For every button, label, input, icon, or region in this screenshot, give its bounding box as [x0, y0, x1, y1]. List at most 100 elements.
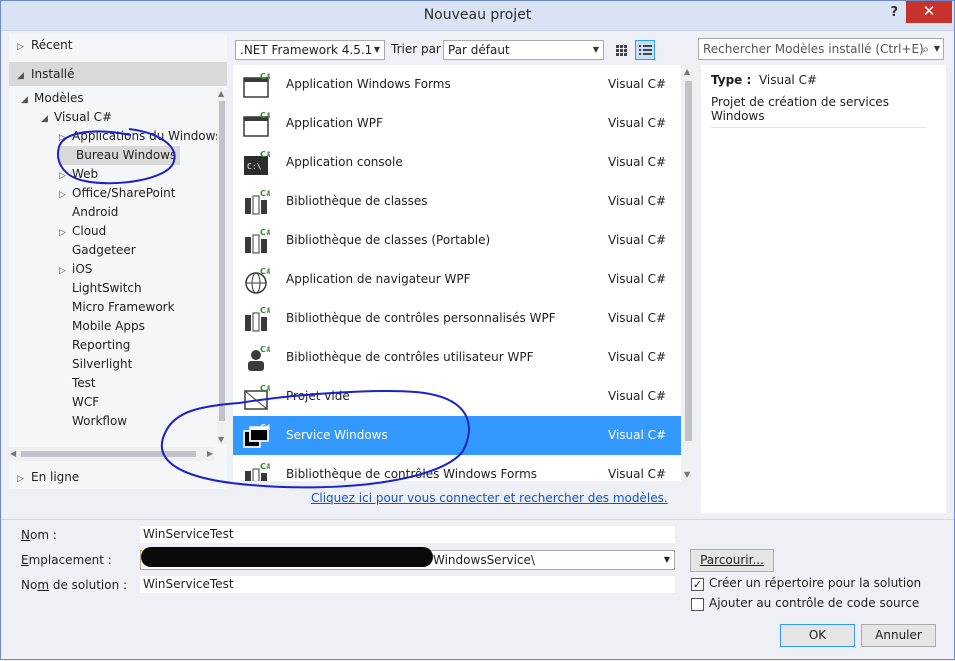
list-vertical-scrollbar[interactable]: ▲ ▼: [681, 65, 695, 481]
tree-item[interactable]: ▷ Web: [59, 165, 98, 184]
installed-label: Installé: [31, 67, 75, 81]
add-source-control-checkbox[interactable]: [691, 598, 704, 611]
new-project-dialog: Nouveau projet ? ✕ ▷ Récent ◢ Installé ◢ Mo…: [0, 0, 955, 660]
template-row[interactable]: C# Bibliothèque de contrôles personnalisé…: [233, 299, 681, 338]
template-row[interactable]: C# Application WPF Visual C#: [233, 104, 681, 143]
scroll-up-icon[interactable]: ▲: [684, 67, 690, 76]
tree-item[interactable]: Silverlight: [59, 355, 132, 374]
template-language: Visual C#: [608, 467, 667, 481]
template-row[interactable]: C# Bibliothèque de contrôles Windows Form…: [233, 455, 681, 481]
add-source-control-label[interactable]: Ajouter au contrôle de code source: [709, 596, 919, 610]
installed-node-content: ◢ Installé: [17, 64, 75, 84]
tree-item[interactable]: ▷ Cloud: [59, 222, 106, 241]
tree-item[interactable]: ◢ Modèles: [21, 89, 84, 108]
collapse-arrow-icon[interactable]: ◢: [21, 91, 34, 110]
name-label: Nom :: [21, 528, 57, 542]
scroll-thumb[interactable]: [685, 81, 692, 441]
scroll-thumb[interactable]: [219, 101, 225, 421]
tree-item[interactable]: Mobile Apps: [59, 317, 145, 336]
template-language: Visual C#: [608, 389, 667, 403]
tree-item-label: Gadgeteer: [72, 243, 136, 257]
redaction-mark: [141, 547, 433, 567]
tree-item[interactable]: Bureau Windows: [59, 146, 181, 165]
tree-item[interactable]: ▷ Applications du Windows: [59, 127, 219, 146]
template-row[interactable]: C# Application de navigateur WPF Visual C#: [233, 260, 681, 299]
scroll-down-icon[interactable]: ▼: [684, 470, 690, 479]
collapse-arrow-icon[interactable]: ◢: [41, 110, 54, 129]
scroll-left-icon[interactable]: ◀: [10, 449, 16, 458]
tree-item[interactable]: Android: [59, 203, 118, 222]
tree-item[interactable]: WCF: [59, 393, 99, 412]
template-row[interactable]: C# Bibliothèque de classes (Portable) Visu…: [233, 221, 681, 260]
scroll-thumb[interactable]: [21, 451, 196, 457]
online-templates-link[interactable]: Cliquez ici pour vous connecter et reche…: [311, 491, 668, 505]
sort-select[interactable]: Par défaut ▼: [443, 40, 604, 60]
online-node[interactable]: ▷ En ligne: [17, 467, 79, 487]
scroll-right-icon[interactable]: ▶: [207, 449, 213, 458]
tree-item[interactable]: Reporting: [59, 336, 130, 355]
tree-item-label: Reporting: [72, 338, 131, 352]
tree-horizontal-scrollbar[interactable]: ◀ ▶: [9, 447, 214, 461]
create-directory-label[interactable]: Créer un répertoire pour la solution: [709, 576, 921, 590]
tree-item[interactable]: ▷ iOS: [59, 260, 92, 279]
template-row[interactable]: C# Service Windows Visual C#: [233, 416, 681, 455]
solution-name-input[interactable]: WinServiceTest: [140, 576, 675, 593]
close-button[interactable]: ✕: [906, 1, 952, 23]
template-row[interactable]: C# Bibliothèque de classes Visual C#: [233, 182, 681, 221]
list-view-button[interactable]: [635, 40, 655, 60]
forms-control-icon: C#: [242, 461, 273, 481]
template-categories-pane: ▷ Récent ◢ Installé ◢ Modèles ◢ Visual C# ▷ App…: [9, 34, 227, 489]
tree-item[interactable]: ▷ Office/SharePoint: [59, 184, 176, 203]
sort-label: Trier par :: [391, 42, 449, 56]
tree-vertical-scrollbar[interactable]: ▲ ▼: [217, 89, 227, 444]
tree-item[interactable]: LightSwitch: [59, 279, 142, 298]
template-details-pane: Type : Visual C# Projet de création de s…: [701, 65, 946, 513]
installed-node[interactable]: ◢ Installé: [9, 62, 227, 86]
user-control-icon: C#: [242, 344, 273, 372]
console-icon: C:\ C#: [242, 149, 273, 177]
chevron-down-icon[interactable]: ▼: [934, 39, 940, 59]
tree-item-label: Applications du Windows: [72, 129, 219, 143]
browser-app-icon: C#: [242, 266, 273, 294]
template-language: Visual C#: [608, 194, 667, 208]
scroll-down-icon[interactable]: ▼: [218, 435, 224, 444]
template-row[interactable]: C# Application Windows Forms Visual C#: [233, 65, 681, 104]
tree-item[interactable]: ◢ Visual C#: [41, 108, 112, 127]
search-icon[interactable]: ⌕: [922, 39, 929, 59]
expand-arrow-icon: ▷: [17, 474, 24, 484]
template-row[interactable]: C# Bibliothèque de contrôles utilisateur …: [233, 338, 681, 377]
template-row[interactable]: C:\ C# Application console Visual C#: [233, 143, 681, 182]
template-search-input[interactable]: Rechercher Modèles installé (Ctrl+E) ⌕ ▼: [698, 38, 944, 60]
tree-item[interactable]: Workflow: [59, 412, 127, 431]
template-type: Type : Visual C#: [711, 73, 817, 87]
chevron-down-icon: ▼: [373, 45, 380, 54]
browse-label: Parcourir...: [700, 553, 764, 567]
template-name: Application Windows Forms: [286, 77, 451, 91]
chevron-down-icon[interactable]: ▼: [664, 551, 670, 569]
recent-node[interactable]: ▷ Récent: [17, 35, 72, 55]
scroll-up-icon[interactable]: ▲: [218, 89, 224, 98]
create-directory-checkbox[interactable]: ✓: [691, 578, 704, 591]
tree-item-label: Micro Framework: [72, 300, 175, 314]
sort-value: Par défaut: [448, 43, 510, 57]
project-name-input[interactable]: WinServiceTest: [140, 526, 675, 543]
cancel-button[interactable]: Annuler: [861, 624, 936, 647]
svg-text:C#: C#: [260, 462, 270, 471]
empty-project-icon: C#: [242, 383, 273, 411]
tree-item[interactable]: Gadgeteer: [59, 241, 136, 260]
ok-button[interactable]: OK: [780, 624, 855, 647]
framework-select[interactable]: .NET Framework 4.5.1 ▼: [235, 40, 385, 60]
template-name: Bibliothèque de contrôles personnalisés …: [286, 311, 556, 325]
search-placeholder: Rechercher Modèles installé (Ctrl+E): [703, 42, 924, 56]
help-button[interactable]: ?: [890, 5, 898, 20]
tree-item-label: Cloud: [72, 224, 107, 238]
tree-item[interactable]: Test: [59, 374, 96, 393]
collapse-arrow-icon: ◢: [17, 71, 24, 81]
tree-item[interactable]: Micro Framework: [59, 298, 175, 317]
windows-forms-icon: C#: [242, 71, 273, 99]
small-icons-view-button[interactable]: [611, 40, 631, 60]
template-name: Service Windows: [286, 428, 388, 442]
template-row[interactable]: C# Projet vide Visual C#: [233, 377, 681, 416]
browse-button[interactable]: Parcourir...: [690, 549, 774, 572]
svg-text:C#: C#: [260, 267, 270, 276]
